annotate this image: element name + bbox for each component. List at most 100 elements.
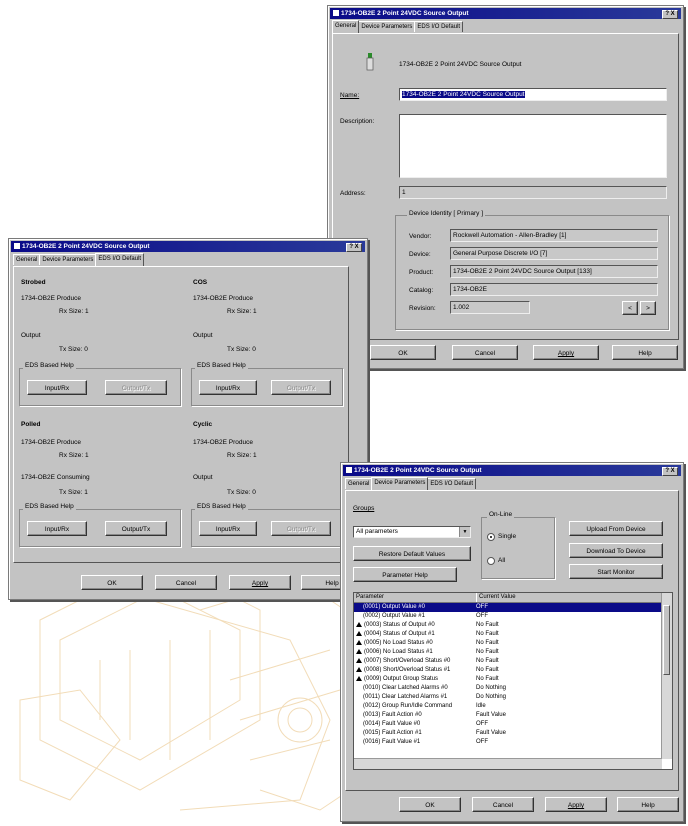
table-row[interactable]: (0014) Fault Value #0 OFF: [354, 720, 662, 729]
all-radio[interactable]: [487, 557, 495, 565]
table-row[interactable]: (0009) Output Group Status No Fault: [354, 675, 662, 684]
groups-select[interactable]: All parameters ▼: [353, 526, 471, 538]
table-row[interactable]: (0003) Status of Output #0 No Fault: [354, 621, 662, 630]
consuming-label: 1734-OB2E Consuming: [21, 474, 90, 481]
window-title: 1734-OB2E 2 Point 24VDC Source Output: [354, 467, 482, 474]
tab-device-parameters[interactable]: Device Parameters: [39, 254, 97, 265]
general-dialog: 1734-OB2E 2 Point 24VDC Source Output ? …: [327, 5, 684, 369]
produce-label: 1734-OB2E Produce: [21, 439, 81, 446]
apply-button[interactable]: Apply: [533, 345, 599, 360]
rx-size-label: Rx Size: 1: [227, 308, 257, 315]
tab-eds-io-default[interactable]: EDS I/O Default: [95, 253, 145, 266]
cancel-button[interactable]: Cancel: [472, 797, 534, 812]
cancel-button[interactable]: Cancel: [155, 575, 217, 590]
table-row[interactable]: (0001) Output Value #0 OFF: [354, 603, 662, 612]
section-title: COS: [193, 279, 208, 286]
online-group: [481, 517, 555, 579]
table-row[interactable]: (0002) Output Value #1 OFF: [354, 612, 662, 621]
help-button[interactable]: Help: [617, 797, 679, 812]
parameter-value: OFF: [476, 604, 488, 610]
parameter-name: (0003) Status of Output #0: [356, 621, 472, 630]
help-button[interactable]: Help: [612, 345, 678, 360]
revision-prev-button[interactable]: <: [622, 301, 638, 315]
output-tx-button[interactable]: Output/Tx: [271, 380, 331, 395]
horizontal-scrollbar[interactable]: [354, 758, 662, 769]
ok-button[interactable]: OK: [399, 797, 461, 812]
cancel-button[interactable]: Cancel: [452, 345, 518, 360]
tab-strip: General Device Parameters EDS I/O Default: [345, 477, 477, 490]
parameter-name: (0006) No Load Status #1: [356, 648, 472, 657]
table-row[interactable]: (0015) Fault Action #1 Fault Value: [354, 729, 662, 738]
input-rx-button[interactable]: Input/Rx: [27, 521, 87, 536]
table-row[interactable]: (0011) Clear Latched Alarms #1 Do Nothing: [354, 693, 662, 702]
table-row[interactable]: (0006) No Load Status #1 No Fault: [354, 648, 662, 657]
name-label: Name:: [340, 92, 360, 99]
title-bar[interactable]: 1734-OB2E 2 Point 24VDC Source Output ? …: [330, 8, 681, 19]
table-row[interactable]: (0004) Status of Output #1 No Fault: [354, 630, 662, 639]
parameter-value: No Fault: [476, 676, 499, 682]
tab-general[interactable]: General: [345, 478, 373, 489]
scroll-thumb[interactable]: [663, 605, 670, 675]
eds-help-title: EDS Based Help: [23, 503, 76, 510]
parameter-name: (0009) Output Group Status: [356, 675, 472, 684]
single-radio[interactable]: [487, 533, 495, 541]
start-monitor-button[interactable]: Start Monitor: [569, 564, 663, 579]
revision-field: 1.002: [450, 301, 530, 314]
app-icon: [14, 243, 20, 250]
tab-strip: General Device Parameters EDS I/O Default: [332, 20, 464, 33]
rx-size-label: Rx Size: 1: [227, 452, 257, 459]
app-icon: [333, 10, 339, 17]
restore-defaults-button[interactable]: Restore Default Values: [353, 546, 471, 561]
table-header: Parameter Current Value: [354, 593, 662, 603]
close-button[interactable]: ? X: [662, 467, 678, 476]
table-row[interactable]: (0013) Fault Action #0 Fault Value: [354, 711, 662, 720]
table-row[interactable]: (0016) Fault Value #1 OFF: [354, 738, 662, 747]
produce-label: 1734-OB2E Produce: [21, 295, 81, 302]
tab-general[interactable]: General: [13, 254, 41, 265]
close-button[interactable]: ? X: [662, 10, 678, 19]
address-field[interactable]: 1: [399, 186, 667, 199]
device-parameters-dialog: 1734-OB2E 2 Point 24VDC Source Output ? …: [340, 462, 684, 822]
apply-button[interactable]: Apply: [545, 797, 607, 812]
produce-label: 1734-OB2E Produce: [193, 295, 253, 302]
parameter-value: OFF: [476, 613, 488, 619]
table-row[interactable]: (0012) Group Run/Idle Command Idle: [354, 702, 662, 711]
table-row[interactable]: (0005) No Load Status #0 No Fault: [354, 639, 662, 648]
eds-help-title: EDS Based Help: [23, 362, 76, 369]
description-textarea[interactable]: [399, 114, 667, 178]
tab-device-parameters[interactable]: Device Parameters: [358, 21, 416, 32]
title-bar[interactable]: 1734-OB2E 2 Point 24VDC Source Output ? …: [343, 465, 681, 476]
ok-button[interactable]: OK: [81, 575, 143, 590]
warning-icon: [356, 675, 362, 681]
parameter-label: (0010) Clear Latched Alarms #0: [363, 685, 448, 691]
download-to-device-button[interactable]: Download To Device: [569, 543, 663, 558]
input-rx-button[interactable]: Input/Rx: [199, 521, 257, 536]
online-label: On-Line: [487, 511, 515, 518]
output-tx-button[interactable]: Output/Tx: [105, 380, 167, 395]
section-title: Cyclic: [193, 421, 213, 428]
tab-device-parameters[interactable]: Device Parameters: [371, 477, 429, 490]
table-row[interactable]: (0007) Short/Overload Status #0 No Fault: [354, 657, 662, 666]
output-tx-button[interactable]: Output/Tx: [271, 521, 331, 536]
tab-eds-io-default[interactable]: EDS I/O Default: [414, 21, 464, 32]
input-rx-button[interactable]: Input/Rx: [27, 380, 87, 395]
title-bar[interactable]: 1734-OB2E 2 Point 24VDC Source Output ? …: [11, 241, 365, 252]
chevron-down-icon[interactable]: ▼: [459, 527, 470, 537]
tab-general[interactable]: General: [332, 20, 360, 33]
output-tx-button[interactable]: Output/Tx: [105, 521, 167, 536]
table-row[interactable]: (0008) Short/Overload Status #1 No Fault: [354, 666, 662, 675]
upload-from-device-button[interactable]: Upload From Device: [569, 521, 663, 536]
close-button[interactable]: ? X: [346, 243, 362, 252]
apply-button[interactable]: Apply: [229, 575, 291, 590]
column-header-parameter[interactable]: Parameter: [356, 593, 384, 602]
input-rx-button[interactable]: Input/Rx: [199, 380, 257, 395]
parameter-value: No Fault: [476, 667, 499, 673]
tab-eds-io-default[interactable]: EDS I/O Default: [427, 478, 477, 489]
name-input[interactable]: 1734-OB2E 2 Point 24VDC Source Output: [399, 88, 667, 101]
parameter-help-button[interactable]: Parameter Help: [353, 567, 457, 582]
ok-button[interactable]: OK: [370, 345, 436, 360]
table-row[interactable]: (0010) Clear Latched Alarms #0 Do Nothing: [354, 684, 662, 693]
column-header-current-value[interactable]: Current Value: [476, 593, 516, 602]
vertical-scrollbar[interactable]: [661, 593, 672, 759]
revision-next-button[interactable]: >: [640, 301, 656, 315]
